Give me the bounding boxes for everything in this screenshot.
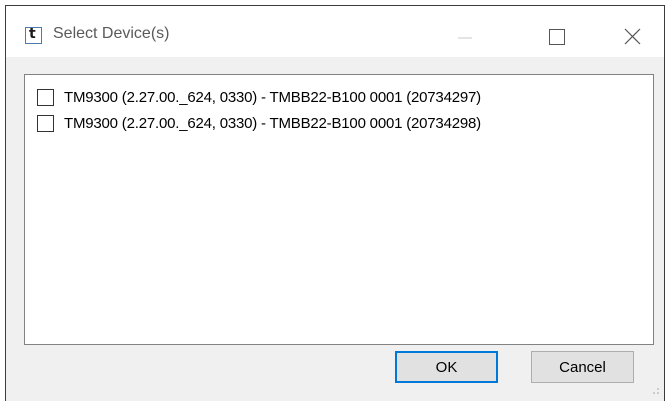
close-button[interactable]	[612, 16, 658, 52]
device-list[interactable]: TM9300 (2.27.00._624, 0330) - TMBB22-B10…	[24, 74, 654, 345]
cancel-button[interactable]: Cancel	[531, 351, 634, 383]
device-label: TM9300 (2.27.00._624, 0330) - TMBB22-B10…	[64, 114, 481, 132]
list-item[interactable]: TM9300 (2.27.00._624, 0330) - TMBB22-B10…	[37, 86, 481, 108]
window-title: Select Device(s)	[53, 25, 170, 42]
ok-button[interactable]: OK	[395, 351, 498, 383]
resize-grip-icon[interactable]	[650, 387, 660, 397]
device-checkbox[interactable]	[37, 114, 54, 132]
minimize-button[interactable]	[458, 16, 504, 52]
app-icon: t	[25, 26, 42, 44]
device-checkbox[interactable]	[37, 88, 54, 106]
minimize-icon	[458, 37, 472, 39]
select-devices-dialog: t Select Device(s) TM9300 (2.27.00._624,…	[5, 5, 665, 401]
maximize-icon	[549, 29, 565, 45]
list-item[interactable]: TM9300 (2.27.00._624, 0330) - TMBB22-B10…	[37, 112, 481, 134]
device-label: TM9300 (2.27.00._624, 0330) - TMBB22-B10…	[64, 88, 481, 106]
maximize-button[interactable]	[540, 16, 586, 52]
close-icon	[624, 28, 641, 45]
title-bar[interactable]: t Select Device(s)	[6, 6, 664, 57]
